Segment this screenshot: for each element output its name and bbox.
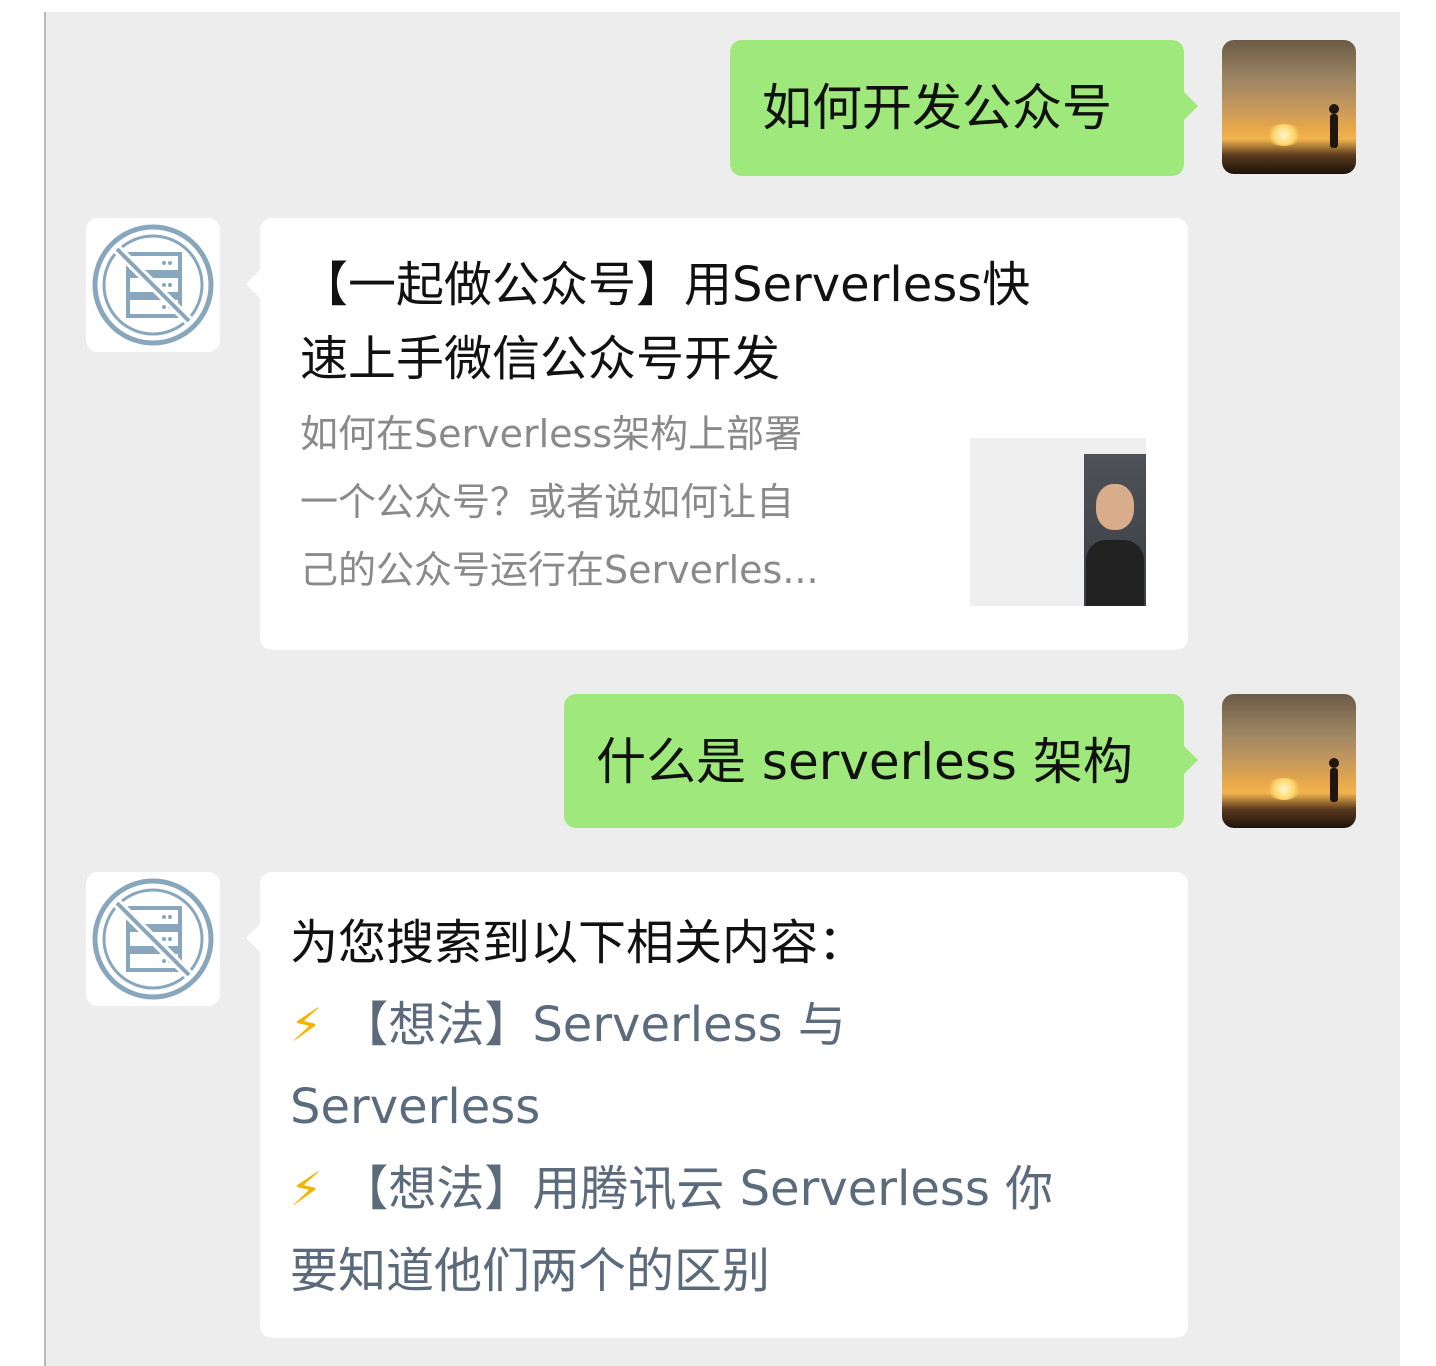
user-message-text: 如何开发公众号	[762, 79, 1112, 137]
user-message-bubble[interactable]: 如何开发公众号	[730, 40, 1198, 176]
sun-image	[1266, 778, 1302, 800]
article-title-line-1: 【一起做公众号】用Serverless快	[300, 257, 1031, 313]
article-card[interactable]: 【一起做公众号】用Serverless快 速上手微信公众号开发 如何在Serve…	[246, 218, 1188, 650]
search-results-intro: 为您搜索到以下相关内容：	[290, 915, 867, 971]
lightning-icon: ⚡	[290, 998, 323, 1052]
user-avatar[interactable]	[1222, 694, 1356, 828]
article-desc-line-2: 一个公众号？或者说如何让自	[300, 480, 795, 524]
user-avatar[interactable]	[1222, 40, 1356, 174]
search-result-link[interactable]: ⚡ 【想法】用腾讯云 Serverless 你 要知道他们两个的区别	[290, 1148, 1158, 1312]
search-result-title-cont: 要知道他们两个的区别	[290, 1243, 771, 1299]
bot-avatar[interactable]	[86, 872, 220, 1006]
article-desc-line-1: 如何在Serverless架构上部署	[300, 412, 803, 456]
search-result-link[interactable]: ⚡ 【想法】Serverless 与 Serverless	[290, 984, 1158, 1148]
person-silhouette	[1329, 758, 1339, 802]
lightning-icon: ⚡	[290, 1162, 323, 1216]
server-blocked-icon	[92, 878, 214, 1000]
search-result-title: 【想法】Serverless 与	[340, 997, 846, 1053]
sun-image	[1266, 124, 1302, 146]
search-results-bubble: 为您搜索到以下相关内容： ⚡ 【想法】Serverless 与 Serverles…	[246, 872, 1188, 1338]
author-body	[1086, 540, 1144, 606]
author-photo	[1084, 454, 1146, 606]
author-face	[1096, 484, 1134, 530]
bot-avatar[interactable]	[86, 218, 220, 352]
server-blocked-icon	[92, 224, 214, 346]
user-message-text: 什么是 serverless 架构	[596, 733, 1133, 791]
search-result-title: 【想法】用腾讯云 Serverless 你	[340, 1161, 1054, 1217]
search-result-title-cont: Serverless	[290, 1079, 541, 1135]
user-message-bubble[interactable]: 什么是 serverless 架构	[564, 694, 1198, 828]
article-desc-line-3: 己的公众号运行在Serverles...	[300, 548, 819, 592]
person-silhouette	[1329, 104, 1339, 148]
article-thumbnail	[970, 438, 1146, 606]
article-title-line-2: 速上手微信公众号开发	[300, 331, 781, 387]
